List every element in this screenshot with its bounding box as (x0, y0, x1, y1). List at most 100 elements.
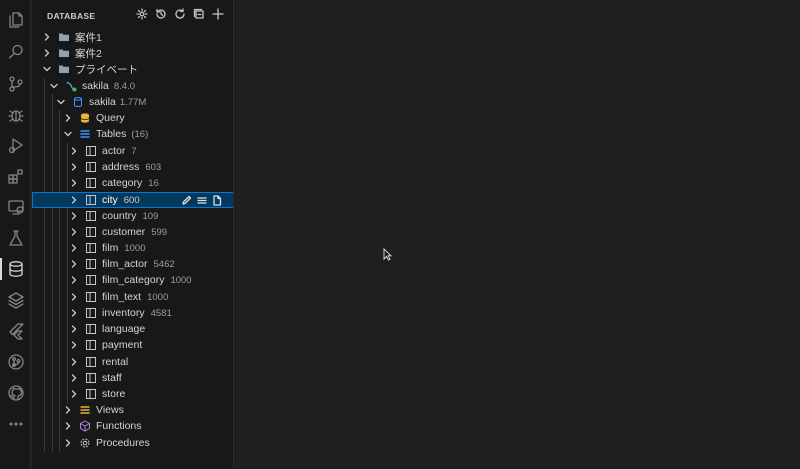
database-size: 1.77M (119, 96, 147, 108)
gear-icon[interactable] (136, 8, 148, 20)
chevron-right-icon (69, 195, 79, 205)
table-row[interactable]: language (32, 321, 233, 337)
extensions-icon[interactable] (0, 162, 31, 190)
table-row[interactable]: customer 599 (32, 224, 233, 240)
table-icon (85, 258, 97, 270)
tables-count: (16) (131, 128, 149, 140)
collapse-all-icon[interactable] (193, 8, 205, 20)
testing-icon[interactable] (0, 224, 31, 252)
table-row[interactable]: film_category 1000 (32, 272, 233, 288)
tree-procedures[interactable]: Procedures (32, 435, 233, 451)
history-icon[interactable] (155, 8, 167, 20)
source-control-icon[interactable] (0, 70, 31, 98)
table-name: category (102, 177, 143, 189)
table-name: staff (102, 372, 122, 384)
chevron-right-icon (69, 275, 79, 285)
refresh-icon[interactable] (174, 8, 186, 20)
remote-explorer-icon[interactable] (0, 193, 31, 221)
tree-folder-private[interactable]: プライベート (32, 61, 233, 77)
chevron-right-icon (69, 292, 79, 302)
folder-open-icon (58, 63, 70, 75)
database-label: sakila (89, 96, 116, 108)
table-row[interactable]: staff (32, 370, 233, 386)
editor-area[interactable] (235, 0, 800, 469)
row-actions (182, 194, 222, 206)
activity-bar (0, 0, 31, 469)
tree-folder-2[interactable]: 案件2 (32, 45, 233, 61)
table-icon (85, 274, 97, 286)
flutter-icon[interactable] (0, 317, 31, 345)
table-row[interactable]: address 603 (32, 159, 233, 175)
tree-database-sakila[interactable]: sakila 1.77M (32, 94, 233, 110)
table-row[interactable]: inventory 4581 (32, 305, 233, 321)
table-name: address (102, 161, 140, 173)
tree-connection-sakila[interactable]: sakila 8.4.0 (32, 78, 233, 94)
chevron-right-icon (69, 211, 79, 221)
git-graph-icon[interactable] (0, 348, 31, 376)
table-row[interactable]: film 1000 (32, 240, 233, 256)
tree-query[interactable]: Query (32, 110, 233, 126)
cube-icon (79, 420, 91, 432)
table-row[interactable]: film_text 1000 (32, 289, 233, 305)
table-name: film_actor (102, 258, 148, 270)
chevron-right-icon (69, 308, 79, 318)
chevron-right-icon (69, 259, 79, 269)
table-row-count: 1000 (124, 242, 146, 254)
table-icon (85, 194, 97, 206)
table-icon (85, 323, 97, 335)
table-name: actor (102, 145, 126, 157)
tree-tables[interactable]: Tables (16) (32, 126, 233, 142)
tree-functions[interactable]: Functions (32, 418, 233, 434)
gear-icon (79, 437, 91, 449)
table-icon (85, 242, 97, 254)
file-icon[interactable] (212, 194, 222, 206)
table-row[interactable]: actor 7 (32, 143, 233, 159)
chevron-right-icon (69, 146, 79, 156)
functions-label: Functions (96, 420, 142, 432)
table-name: inventory (102, 307, 145, 319)
more-icon[interactable] (0, 410, 31, 438)
table-name: rental (102, 356, 129, 368)
table-row[interactable]: rental (32, 354, 233, 370)
table-icon (85, 291, 97, 303)
tree-views[interactable]: Views (32, 402, 233, 418)
chevron-right-icon (69, 340, 79, 350)
run-debug-icon[interactable] (0, 131, 31, 159)
mouse-cursor-icon (383, 248, 393, 261)
table-row-selected[interactable]: city 600 (32, 192, 233, 208)
table-row-count: 1000 (147, 291, 169, 303)
mysql-connection-icon (65, 80, 77, 92)
table-row-count: 599 (151, 226, 168, 238)
layers-icon[interactable] (0, 286, 31, 314)
search-icon[interactable] (0, 38, 31, 66)
table-icon (85, 145, 97, 157)
table-row[interactable]: country 109 (32, 208, 233, 224)
table-row-count: 109 (142, 210, 159, 222)
tree-folder-label: プライベート (75, 63, 138, 76)
tables-label: Tables (96, 128, 127, 140)
chevron-right-icon (69, 373, 79, 383)
chevron-right-icon (69, 324, 79, 334)
table-row[interactable]: payment (32, 337, 233, 353)
edit-pencil-icon[interactable] (182, 194, 192, 206)
table-row[interactable]: store (32, 386, 233, 402)
table-row[interactable]: category 16 (32, 175, 233, 191)
database-icon[interactable] (0, 255, 31, 283)
table-row[interactable]: film_actor 5462 (32, 256, 233, 272)
chevron-down-icon (49, 81, 59, 91)
table-name: language (102, 323, 146, 335)
chevron-right-icon (63, 421, 73, 431)
list-icon[interactable] (197, 194, 207, 206)
tree-folder-1[interactable]: 案件1 (32, 29, 233, 45)
table-icon (85, 177, 97, 189)
table-name: country (102, 210, 137, 222)
chevron-right-icon (63, 405, 73, 415)
table-icon (85, 339, 97, 351)
database-sidebar: DATABASE 案件1 案件2 プライベート sakila 8.4.0 sak… (32, 0, 234, 469)
debug-icon[interactable] (0, 101, 31, 129)
add-icon[interactable] (212, 8, 224, 20)
explorer-icon[interactable] (0, 6, 31, 34)
github-icon[interactable] (0, 379, 31, 407)
tree-folder-label: 案件1 (75, 31, 102, 44)
chevron-down-icon (63, 129, 73, 139)
